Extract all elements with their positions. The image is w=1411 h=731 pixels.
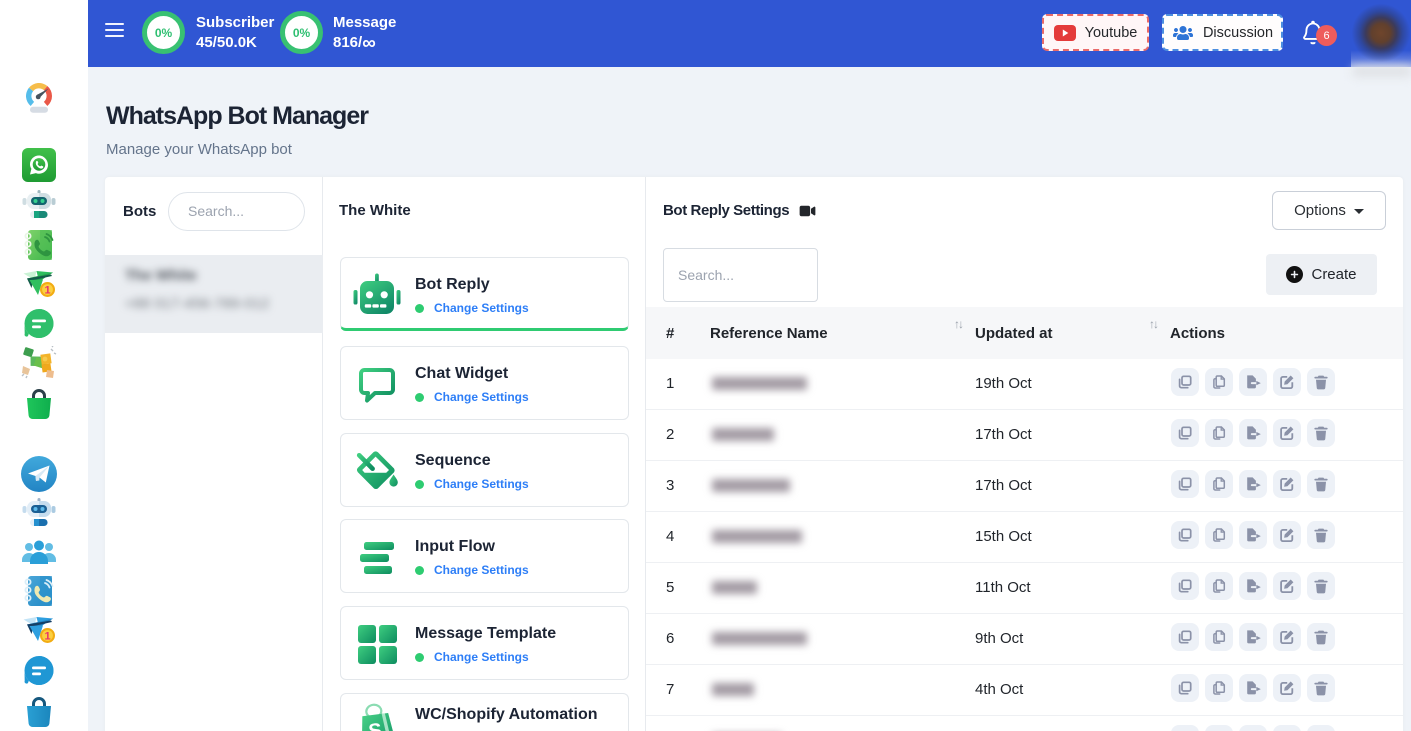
svg-text:1: 1	[44, 631, 50, 643]
svg-text:1: 1	[44, 285, 50, 297]
